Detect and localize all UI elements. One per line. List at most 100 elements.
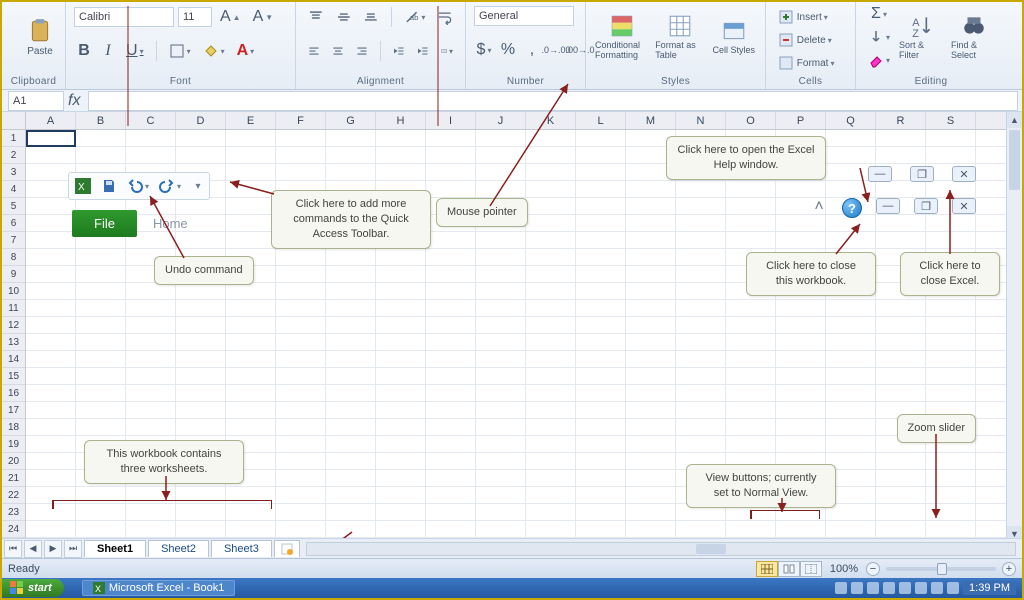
file-tab[interactable]: File [72,210,137,237]
orientation-button[interactable]: ab▾ [400,6,430,28]
column-header[interactable]: D [176,112,226,129]
sort-filter-button[interactable]: AZ Sort & Filter [898,6,946,68]
font-name-input[interactable] [74,7,174,27]
scroll-thumb[interactable] [1009,130,1020,190]
column-header[interactable]: Q [826,112,876,129]
percent-button[interactable]: % [498,39,518,61]
delete-button[interactable]: Delete▾ [774,29,856,51]
row-header[interactable]: 9 [2,266,25,283]
fx-button[interactable]: fx [64,90,84,112]
border-button[interactable]: ▾ [165,40,195,62]
column-header[interactable]: R [876,112,926,129]
row-header[interactable]: 21 [2,470,25,487]
name-box[interactable] [8,91,64,111]
vertical-scrollbar[interactable]: ▲ ▼ [1006,112,1022,542]
number-format-select[interactable] [474,6,574,26]
row-headers[interactable]: 123456789101112131415161718192021222324 [2,130,26,542]
row-header[interactable]: 7 [2,232,25,249]
column-header[interactable]: O [726,112,776,129]
insert-button[interactable]: Insert▾ [774,6,856,28]
row-header[interactable]: 3 [2,164,25,181]
sheet-tab-3[interactable]: Sheet3 [211,540,272,557]
minimize-workbook-button[interactable]: — [876,198,900,214]
fill-button[interactable]: ▾ [864,26,894,48]
align-top-button[interactable] [304,6,328,28]
bold-button[interactable]: B [74,40,94,62]
normal-view-button[interactable] [756,561,778,577]
row-header[interactable]: 1 [2,130,25,147]
sheet-nav-prev[interactable]: ◀ [24,540,42,558]
autosum-button[interactable]: Σ▾ [864,3,894,25]
close-excel-button[interactable]: ✕ [952,166,976,182]
row-header[interactable]: 4 [2,181,25,198]
align-right-button[interactable] [352,40,372,62]
column-header[interactable]: A [26,112,76,129]
row-header[interactable]: 8 [2,249,25,266]
save-button[interactable] [97,175,121,197]
row-header[interactable]: 6 [2,215,25,232]
select-all-corner[interactable] [2,112,26,130]
increase-font-button[interactable]: A▲ [216,6,245,28]
excel-app-icon[interactable]: X [71,175,95,197]
column-header[interactable]: N [676,112,726,129]
row-header[interactable]: 15 [2,368,25,385]
start-button[interactable]: start [2,579,64,597]
find-select-button[interactable]: Find & Select [950,6,998,68]
column-header[interactable]: C [126,112,176,129]
increase-indent-button[interactable] [413,40,433,62]
row-header[interactable]: 14 [2,351,25,368]
font-color-button[interactable]: A▾ [233,40,259,62]
ribbon-minimize-button[interactable]: ˄ [810,198,828,216]
tray-icon[interactable] [835,582,847,594]
row-header[interactable]: 24 [2,521,25,538]
zoom-slider-knob[interactable] [937,563,947,575]
column-header[interactable]: M [626,112,676,129]
clear-button[interactable]: ▾ [864,49,894,71]
sheet-tab-2[interactable]: Sheet2 [148,540,209,557]
column-header[interactable]: I [426,112,476,129]
align-middle-button[interactable] [332,6,356,28]
restore-excel-button[interactable]: ❐ [910,166,934,182]
column-header[interactable]: P [776,112,826,129]
tray-icon[interactable] [931,582,943,594]
comma-button[interactable]: , [522,39,542,61]
format-table-button[interactable]: Format as Table [654,6,706,68]
zoom-slider[interactable] [886,567,996,571]
row-header[interactable]: 16 [2,385,25,402]
tray-icon[interactable] [851,582,863,594]
italic-button[interactable]: I [98,40,118,62]
align-left-button[interactable] [304,40,324,62]
format-button[interactable]: Format▾ [774,52,856,74]
column-header[interactable]: L [576,112,626,129]
tray-icon[interactable] [947,582,959,594]
align-center-button[interactable] [328,40,348,62]
row-header[interactable]: 10 [2,283,25,300]
hscroll-thumb[interactable] [696,544,726,554]
row-header[interactable]: 19 [2,436,25,453]
sheet-nav-first[interactable]: ⏮ [4,540,22,558]
column-header[interactable]: F [276,112,326,129]
taskbar-clock[interactable]: 1:39 PM [963,581,1016,595]
restore-workbook-button[interactable]: ❐ [914,198,938,214]
increase-decimal-button[interactable]: .0→.00 [546,39,566,61]
zoom-in-button[interactable]: + [1002,562,1016,576]
row-header[interactable]: 20 [2,453,25,470]
tray-icon[interactable] [899,582,911,594]
page-layout-view-button[interactable] [778,561,800,577]
tray-icon[interactable] [915,582,927,594]
row-header[interactable]: 2 [2,147,25,164]
row-header[interactable]: 23 [2,504,25,521]
currency-button[interactable]: $▾ [474,39,494,61]
row-header[interactable]: 22 [2,487,25,504]
sheet-nav-next[interactable]: ▶ [44,540,62,558]
column-header[interactable]: S [926,112,976,129]
row-header[interactable]: 11 [2,300,25,317]
taskbar-app-button[interactable]: X Microsoft Excel - Book1 [82,580,236,596]
row-header[interactable]: 17 [2,402,25,419]
conditional-formatting-button[interactable]: Conditional Formatting [594,6,650,68]
row-header[interactable]: 12 [2,317,25,334]
tray-icon[interactable] [883,582,895,594]
column-header[interactable]: E [226,112,276,129]
align-bottom-button[interactable] [359,6,383,28]
paste-button[interactable]: Paste [10,6,70,68]
